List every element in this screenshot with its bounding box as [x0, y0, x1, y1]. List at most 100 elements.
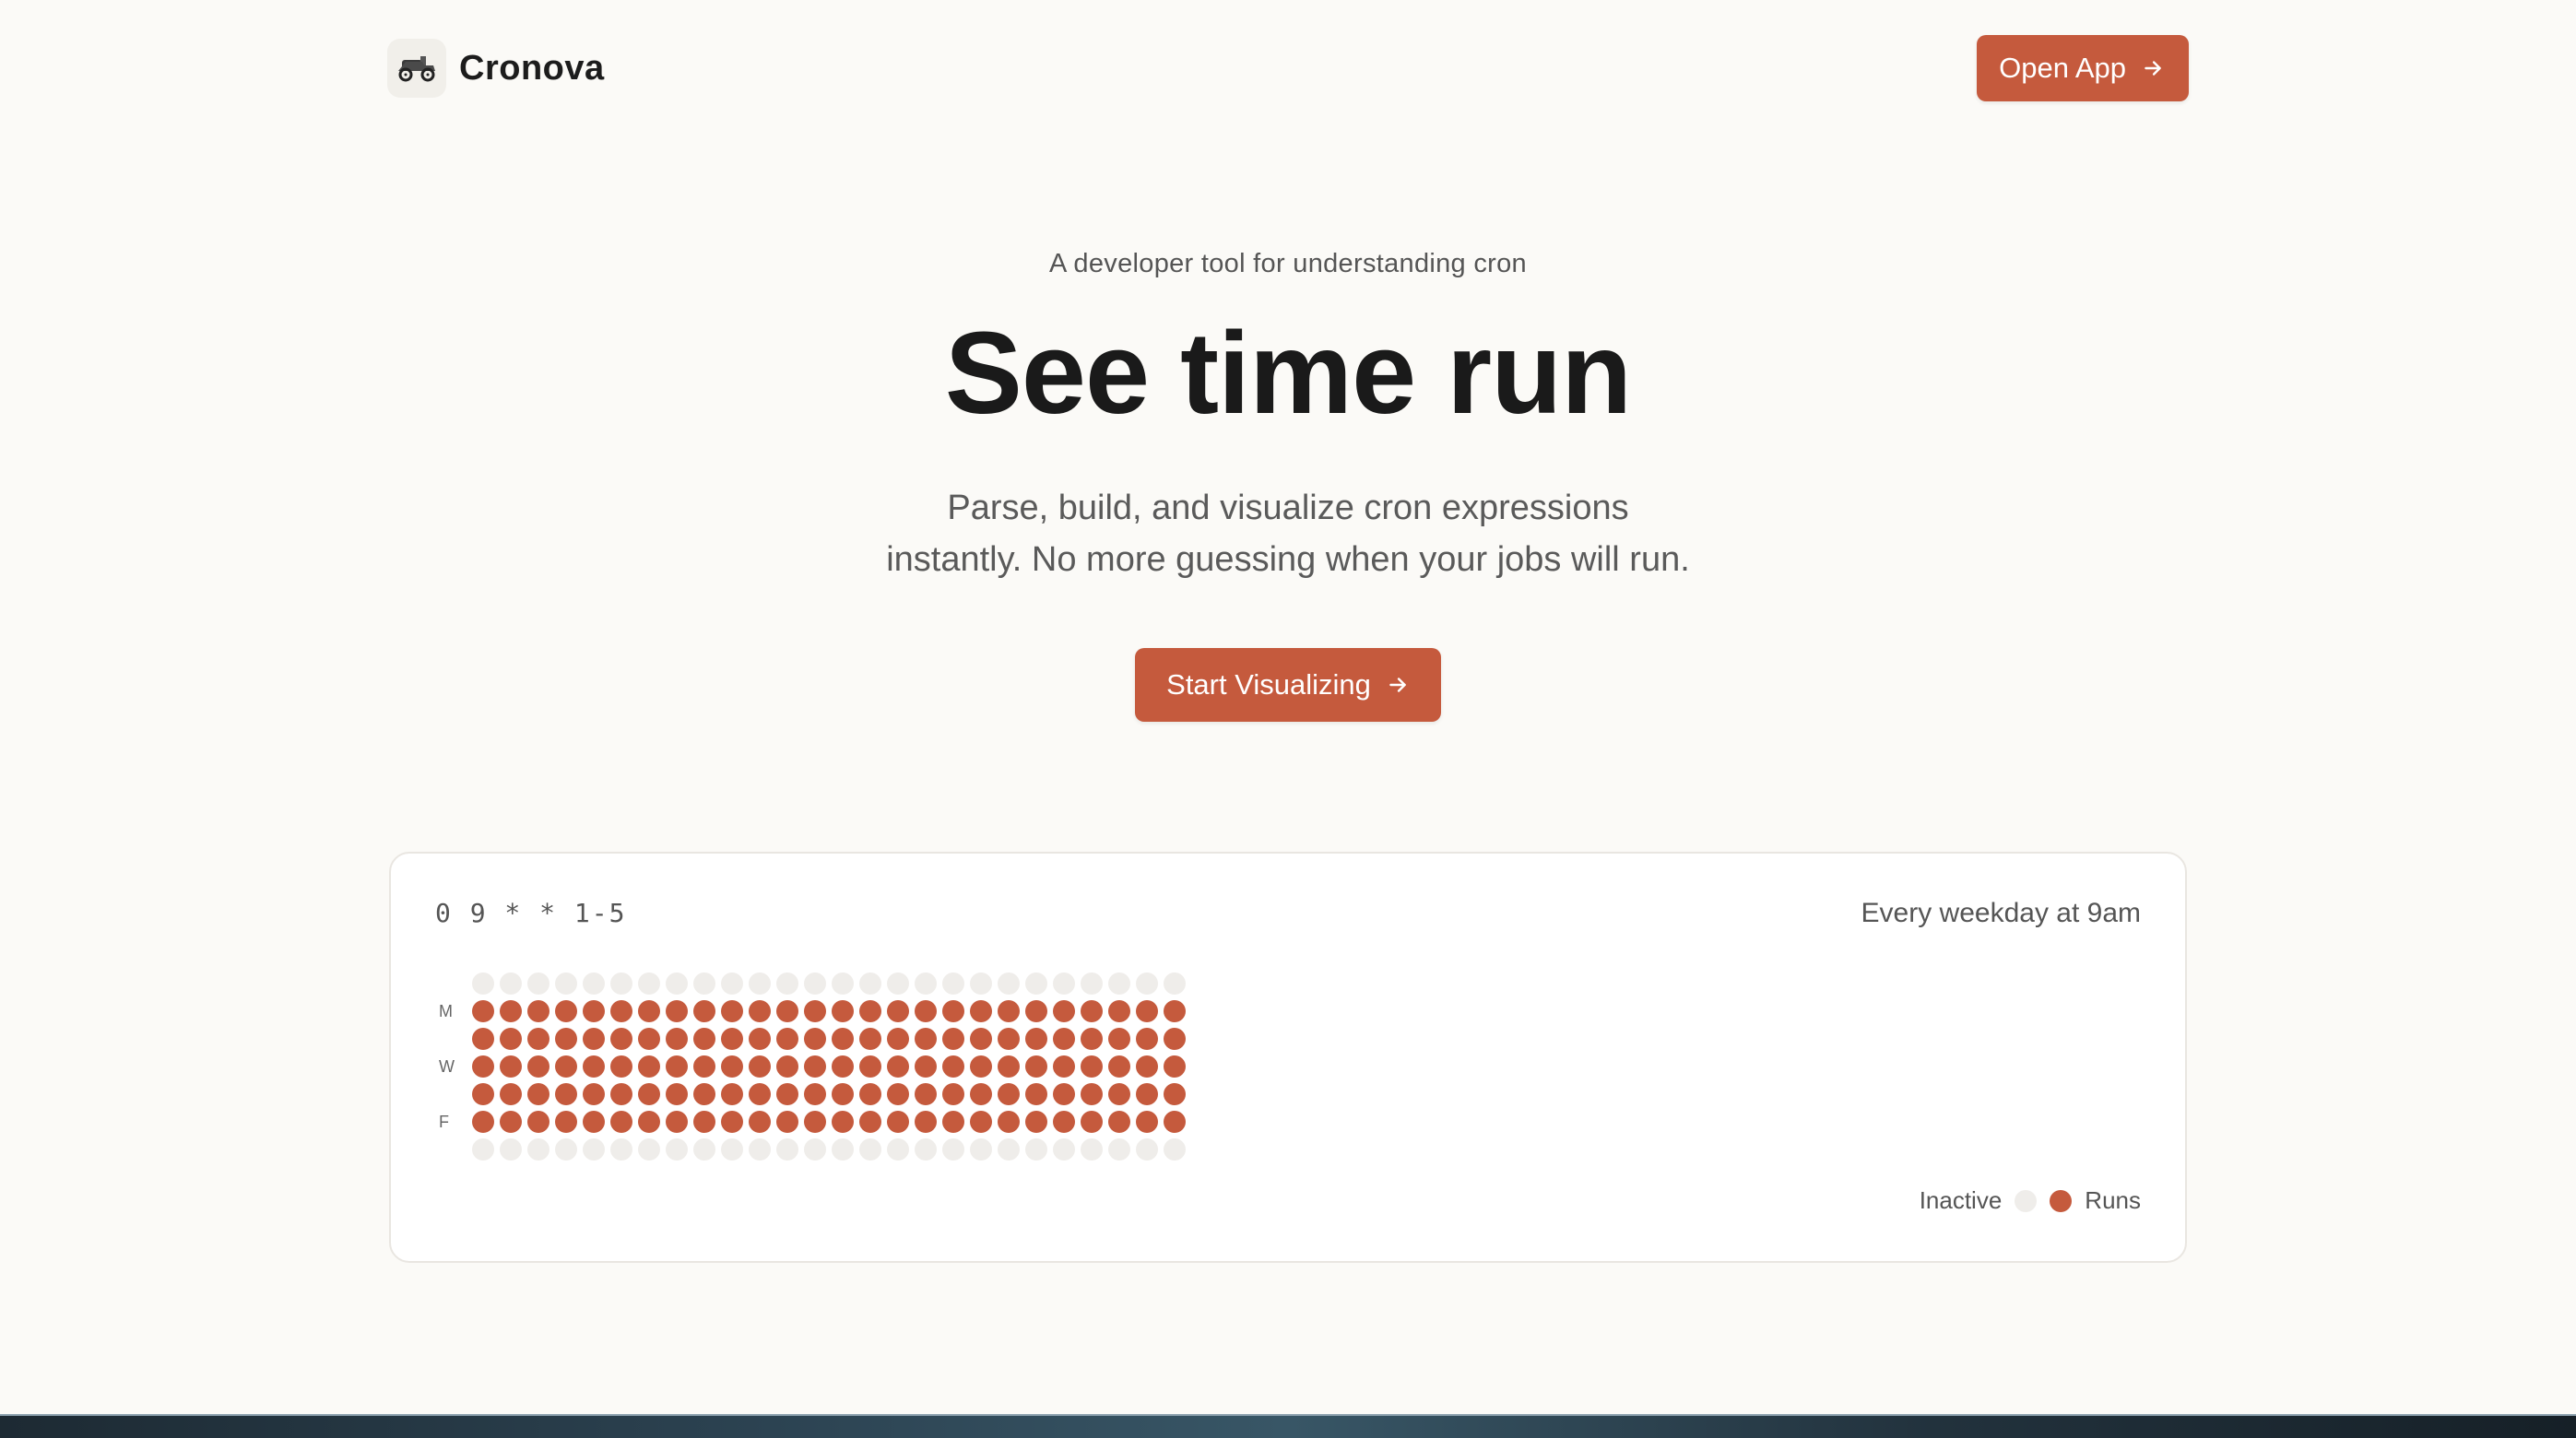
run-dot	[527, 1111, 549, 1133]
run-dot	[749, 1000, 771, 1022]
run-dot	[776, 1083, 798, 1105]
run-dot	[1164, 1028, 1186, 1050]
day-label	[435, 1080, 472, 1108]
run-dot	[693, 1083, 715, 1105]
run-dot	[1081, 1000, 1103, 1022]
run-dot	[1164, 1083, 1186, 1105]
inactive-dot	[970, 972, 992, 995]
run-dot	[859, 1000, 881, 1022]
inactive-dot	[915, 1138, 937, 1161]
inactive-dot	[1164, 1138, 1186, 1161]
run-dot	[998, 1028, 1020, 1050]
run-dot	[527, 1083, 549, 1105]
hero-subtext: Parse, build, and visualize cron express…	[827, 482, 1749, 585]
inactive-dot	[610, 1138, 632, 1161]
run-dot	[1025, 1000, 1047, 1022]
open-app-button[interactable]: Open App	[1977, 35, 2189, 101]
run-dot	[721, 1055, 743, 1078]
inactive-dot	[804, 972, 826, 995]
legend-inactive-label: Inactive	[1919, 1186, 2003, 1214]
inactive-dot	[749, 1138, 771, 1161]
run-dot	[693, 1055, 715, 1078]
inactive-dot	[500, 972, 522, 995]
run-dot	[638, 1055, 660, 1078]
run-dot	[721, 1000, 743, 1022]
inactive-dot	[1136, 1138, 1158, 1161]
run-dot	[500, 1000, 522, 1022]
run-dot	[1053, 1111, 1075, 1133]
run-dot	[804, 1028, 826, 1050]
inactive-dot	[638, 1138, 660, 1161]
dot-row	[472, 1080, 1191, 1108]
inactive-dot	[1108, 972, 1130, 995]
inactive-dot	[832, 972, 854, 995]
run-dot	[583, 1111, 605, 1133]
inactive-dot	[804, 1138, 826, 1161]
brand[interactable]: Cronova	[387, 39, 605, 98]
legend-runs-dot	[2050, 1189, 2073, 1212]
run-dot	[776, 1111, 798, 1133]
legend-inactive-dot	[2015, 1189, 2038, 1212]
day-label	[435, 970, 472, 997]
run-dot	[583, 1083, 605, 1105]
hero-subtext-line-2: instantly. No more guessing when your jo…	[886, 540, 1690, 580]
run-dot	[1136, 1055, 1158, 1078]
dot-row	[472, 1136, 1191, 1163]
inactive-dot	[859, 1138, 881, 1161]
inactive-dot	[721, 1138, 743, 1161]
inactive-dot	[555, 1138, 577, 1161]
landing-page: Cronova Open App A developer tool for un…	[0, 0, 2576, 1438]
inactive-dot	[666, 972, 688, 995]
run-dot	[610, 1028, 632, 1050]
run-dot	[998, 1083, 1020, 1105]
inactive-dot	[749, 972, 771, 995]
inactive-dot	[1081, 1138, 1103, 1161]
inactive-dot	[500, 1138, 522, 1161]
start-visualizing-button[interactable]: Start Visualizing	[1135, 648, 1441, 723]
run-dot	[915, 1028, 937, 1050]
run-dot	[610, 1083, 632, 1105]
run-dot	[1164, 1111, 1186, 1133]
run-dot	[500, 1028, 522, 1050]
start-visualizing-label: Start Visualizing	[1166, 668, 1371, 701]
run-dot	[583, 1028, 605, 1050]
run-dot	[915, 1000, 937, 1022]
run-dot	[472, 1111, 494, 1133]
arrow-right-icon	[2141, 56, 2165, 80]
dot-row	[472, 1053, 1191, 1080]
day-labels: M W F	[435, 970, 472, 1163]
day-label: M	[439, 1001, 453, 1020]
run-dot	[610, 1055, 632, 1078]
day-label: F	[439, 1112, 449, 1131]
run-dot	[998, 1000, 1020, 1022]
run-dot	[776, 1055, 798, 1078]
run-dot	[638, 1000, 660, 1022]
steam-car-icon	[387, 39, 446, 98]
run-dot	[859, 1083, 881, 1105]
run-dot	[915, 1111, 937, 1133]
inactive-dot	[472, 1138, 494, 1161]
run-dot	[887, 1083, 909, 1105]
run-dot	[555, 1083, 577, 1105]
cron-description: Every weekday at 9am	[1861, 898, 2141, 928]
run-dot	[749, 1111, 771, 1133]
run-dot	[1025, 1083, 1047, 1105]
run-dot	[638, 1028, 660, 1050]
legend: Inactive Runs	[1920, 1186, 2141, 1215]
run-dot	[1108, 1055, 1130, 1078]
run-dot	[942, 1000, 964, 1022]
inactive-dot	[942, 972, 964, 995]
inactive-dot	[527, 1138, 549, 1161]
inactive-dot	[1081, 972, 1103, 995]
run-dot	[776, 1000, 798, 1022]
inactive-dot	[666, 1138, 688, 1161]
run-dot	[666, 1055, 688, 1078]
run-dot	[970, 1028, 992, 1050]
legend-runs-label: Runs	[2085, 1186, 2141, 1214]
inactive-dot	[638, 972, 660, 995]
inactive-dot	[1164, 972, 1186, 995]
arrow-right-icon	[1386, 673, 1410, 697]
run-dot	[693, 1000, 715, 1022]
inactive-dot	[1053, 1138, 1075, 1161]
run-dot	[804, 1000, 826, 1022]
